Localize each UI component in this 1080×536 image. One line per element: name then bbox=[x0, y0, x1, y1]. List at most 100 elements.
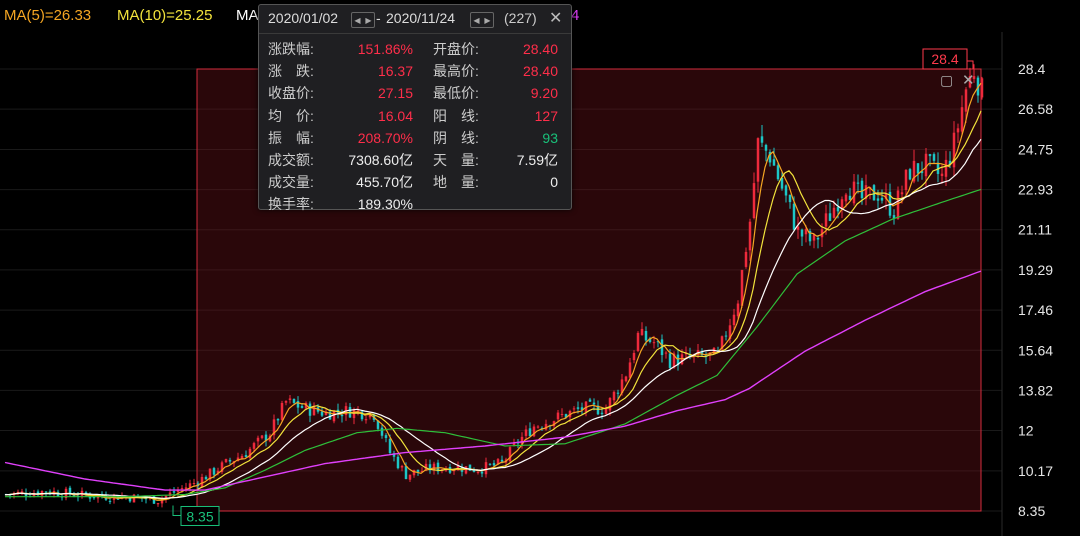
y-tick-label: 17.46 bbox=[1018, 302, 1053, 318]
candle-body bbox=[484, 462, 488, 475]
start-date-stepper[interactable]: ◀ ▶ bbox=[351, 12, 375, 28]
candle-body bbox=[928, 154, 932, 157]
candle-body bbox=[960, 107, 964, 132]
end-date[interactable]: 2020/11/24 bbox=[386, 10, 455, 26]
candle-body bbox=[528, 428, 532, 437]
candle-body bbox=[800, 229, 804, 237]
candle-body bbox=[212, 468, 216, 475]
candle-body bbox=[284, 401, 288, 403]
y-tick-label: 21.11 bbox=[1018, 222, 1052, 238]
candle-body bbox=[772, 159, 776, 166]
candle-body bbox=[92, 497, 96, 499]
stat-label: 地 量: bbox=[433, 174, 479, 191]
candle-body bbox=[396, 456, 400, 469]
stat-label: 天 量: bbox=[433, 152, 479, 168]
candle-body bbox=[924, 153, 928, 177]
candle-body bbox=[192, 483, 196, 485]
y-tick-label: 26.58 bbox=[1018, 101, 1053, 117]
candle-body bbox=[784, 185, 788, 196]
start-date[interactable]: 2020/01/02 bbox=[268, 10, 338, 26]
stat-row: 成交量: 455.70亿 bbox=[268, 171, 413, 193]
stat-row: 天 量: 7.59亿 bbox=[433, 149, 558, 171]
candle-body bbox=[592, 402, 596, 405]
ma5-legend: MA(5)=26.33 bbox=[4, 7, 92, 24]
candle-body bbox=[320, 411, 324, 416]
stat-value: 28.40 bbox=[522, 63, 558, 80]
candle-body bbox=[488, 463, 492, 465]
stat-label: 涨 跌: bbox=[268, 63, 314, 80]
y-tick-label: 24.75 bbox=[1018, 141, 1053, 157]
candle-body bbox=[880, 197, 884, 201]
candle-body bbox=[536, 426, 540, 428]
candle-body bbox=[292, 398, 296, 403]
stat-row: 涨跌幅: 151.86% bbox=[268, 38, 413, 60]
candle-body bbox=[940, 173, 944, 176]
close-selection-icon[interactable]: ✕ bbox=[962, 71, 975, 89]
range-stats-panel: 2020/01/02 ◀ ▶ - 2020/11/24 ◀ ▶ (227) ✕ 涨跌… bbox=[258, 4, 572, 212]
y-tick-label: 22.93 bbox=[1018, 182, 1053, 198]
candle-body bbox=[500, 459, 504, 462]
candle-body bbox=[836, 207, 840, 212]
candle-body bbox=[896, 190, 900, 219]
candle-body bbox=[204, 476, 208, 480]
stat-value: 7.59亿 bbox=[516, 152, 558, 168]
candle-body bbox=[904, 169, 908, 190]
stat-row: 收盘价: 27.15 bbox=[268, 82, 413, 104]
chevron-right-icon[interactable]: ▶ bbox=[484, 16, 490, 25]
ma10-legend: MA(10)=25.25 bbox=[117, 7, 213, 24]
stat-label: 开盘价: bbox=[433, 41, 479, 57]
chevron-left-icon[interactable]: ◀ bbox=[354, 16, 360, 25]
candle-body bbox=[340, 414, 344, 417]
candle-body bbox=[388, 438, 392, 454]
y-tick-label: 13.82 bbox=[1018, 382, 1053, 398]
stat-value: 0 bbox=[550, 174, 558, 191]
stat-row: 最低价: 9.20 bbox=[433, 82, 558, 104]
candle-body bbox=[640, 328, 644, 336]
candle-body bbox=[280, 403, 284, 420]
candle-body bbox=[724, 335, 728, 337]
stat-value: 28.40 bbox=[522, 41, 558, 57]
candle-body bbox=[792, 203, 796, 230]
candle-body bbox=[876, 198, 880, 201]
stat-value: 7308.60亿 bbox=[348, 152, 413, 168]
candle-body bbox=[400, 465, 404, 468]
chevron-left-icon[interactable]: ◀ bbox=[473, 16, 479, 25]
stat-row: 阳 线: 127 bbox=[433, 105, 558, 127]
candle-body bbox=[624, 376, 628, 382]
window-restore-icon[interactable]: ▢ bbox=[940, 72, 953, 89]
candle-body bbox=[604, 408, 608, 414]
candle-body bbox=[416, 469, 420, 472]
stat-value: 16.37 bbox=[377, 63, 413, 80]
candle-body bbox=[608, 398, 612, 411]
candle-body bbox=[916, 163, 920, 174]
stat-label: 最低价: bbox=[433, 85, 479, 102]
stat-label: 收盘价: bbox=[268, 85, 314, 102]
candle-body bbox=[844, 194, 848, 202]
close-icon[interactable]: ✕ bbox=[549, 8, 562, 28]
candle-body bbox=[364, 419, 368, 421]
candle-body bbox=[616, 392, 620, 394]
candle-body bbox=[944, 159, 948, 177]
candle-body bbox=[408, 474, 412, 480]
candle-body bbox=[356, 410, 360, 412]
chevron-right-icon[interactable]: ▶ bbox=[365, 16, 371, 25]
y-tick-label: 19.29 bbox=[1018, 262, 1053, 278]
stat-row: 涨 跌: 16.37 bbox=[268, 60, 413, 82]
ma-legend-tail: 4 bbox=[571, 7, 580, 24]
candle-body bbox=[480, 471, 484, 474]
candle-body bbox=[856, 182, 860, 184]
end-date-stepper[interactable]: ◀ ▶ bbox=[470, 12, 494, 28]
candle-body bbox=[748, 221, 752, 251]
candle-body bbox=[628, 362, 632, 378]
stat-row: 均 价: 16.04 bbox=[268, 105, 413, 127]
candle-body bbox=[476, 471, 480, 473]
stat-value: 151.86% bbox=[357, 41, 413, 57]
stat-label: 成交量: bbox=[268, 174, 314, 191]
stat-value: 16.04 bbox=[377, 107, 413, 124]
stat-label: 成交额: bbox=[268, 152, 314, 168]
candle-body bbox=[612, 391, 616, 401]
trading-days-count: (227) bbox=[504, 10, 537, 26]
candle-body bbox=[224, 459, 228, 463]
candle-body bbox=[632, 352, 636, 361]
candle-body bbox=[288, 398, 292, 400]
